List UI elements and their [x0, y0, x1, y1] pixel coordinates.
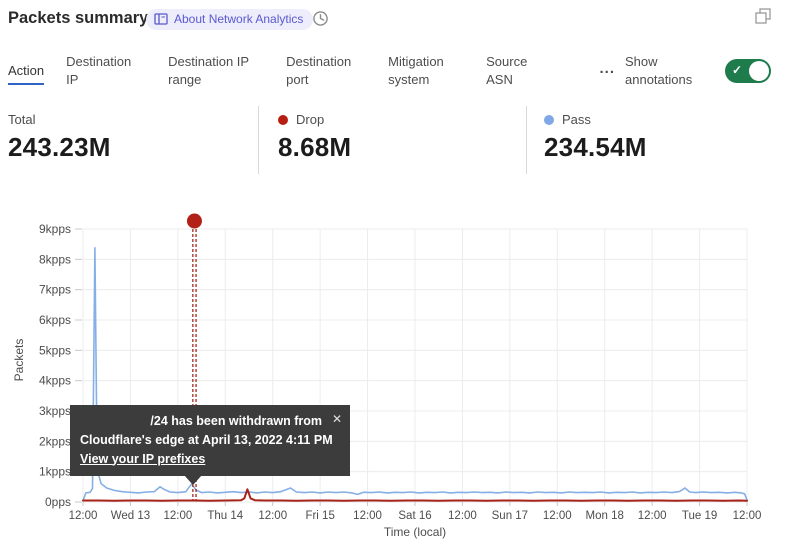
y-tick-label: 4kpps	[39, 374, 71, 388]
y-tick-label: 1kpps	[39, 465, 71, 479]
x-tick-label: 12:00	[543, 510, 572, 522]
view-ip-prefixes-link[interactable]: View your IP prefixes	[80, 450, 205, 469]
time-history-icon[interactable]	[312, 10, 329, 27]
stat-pass-label: Pass	[562, 112, 591, 127]
y-tick-label: 7kpps	[39, 283, 71, 297]
stat-total: Total 243.23M	[0, 106, 258, 174]
x-tick-label: 12:00	[638, 510, 667, 522]
x-tick-label: Tue 19	[682, 510, 717, 522]
y-tick-label: 5kpps	[39, 343, 71, 357]
tooltip-line2: Cloudflare's edge at April 13, 2022 4:11…	[80, 431, 340, 450]
tab-destination-ip-range[interactable]: Destination IP range	[168, 53, 264, 89]
pass-legend-dot	[544, 115, 554, 125]
x-tick-label: Sun 17	[492, 510, 528, 522]
y-tick-label: 3kpps	[39, 404, 71, 418]
tab-destination-port[interactable]: Destination port	[286, 53, 366, 89]
stat-drop-value: 8.68M	[278, 132, 526, 163]
x-tick-label: 12:00	[733, 510, 762, 522]
expand-icon[interactable]	[755, 8, 771, 24]
stat-pass: Pass 234.54M	[526, 106, 785, 174]
stat-total-label: Total	[8, 112, 35, 127]
about-network-analytics-badge[interactable]: About Network Analytics	[146, 9, 313, 30]
y-tick-label: 6kpps	[39, 313, 71, 327]
x-tick-label: 12:00	[258, 510, 287, 522]
x-tick-label: Wed 13	[111, 510, 150, 522]
stat-pass-value: 234.54M	[544, 132, 785, 163]
x-tick-label: 12:00	[69, 510, 98, 522]
show-annotations-toggle[interactable]: ✓	[725, 59, 771, 83]
drop-legend-dot	[278, 115, 288, 125]
annotation-tooltip: ✕ /24 has been withdrawn from Cloudflare…	[70, 405, 350, 476]
tab-source-asn[interactable]: Source ASN	[486, 53, 536, 89]
tab-mitigation-system[interactable]: Mitigation system	[388, 53, 464, 89]
stat-drop-label: Drop	[296, 112, 324, 127]
toggle-knob	[749, 61, 769, 81]
packets-chart: 0pps 1kpps 2kpps 3kpps 4kpps 5kpps 6kpps 7kpps 8…	[0, 210, 785, 555]
dimension-tabs: Action Destination IP Destination IP ran…	[0, 44, 785, 98]
book-icon	[154, 13, 168, 25]
tooltip-line1: /24 has been withdrawn from	[80, 412, 340, 431]
page-title: Packets summary	[8, 9, 148, 28]
y-tick-label: 8kpps	[39, 252, 71, 266]
stat-drop: Drop 8.68M	[258, 106, 526, 174]
x-tick-label: 12:00	[448, 510, 477, 522]
x-axis-title: Time (local)	[384, 525, 446, 539]
annotation-dot	[187, 214, 202, 229]
check-icon: ✓	[732, 63, 742, 77]
x-tick-label: 12:00	[353, 510, 382, 522]
show-annotations-label: Show annotations	[625, 53, 707, 89]
y-tick-label: 2kpps	[39, 434, 71, 448]
tooltip-caret	[184, 475, 202, 485]
more-tabs-button[interactable]: ...	[599, 60, 625, 83]
x-tick-label: 12:00	[163, 510, 192, 522]
close-icon[interactable]: ✕	[332, 410, 342, 428]
stat-total-value: 243.23M	[8, 132, 258, 163]
x-tick-label: Mon 18	[586, 510, 624, 522]
summary-stats: Total 243.23M Drop 8.68M Pass 234.54M	[0, 106, 785, 174]
y-tick-label: 0pps	[45, 495, 71, 509]
tab-destination-ip[interactable]: Destination IP	[66, 53, 146, 89]
x-tick-label: Sat 16	[398, 510, 431, 522]
x-tick-label: Fri 15	[305, 510, 334, 522]
packets-chart-region: Packets 0pps1kpps2kpps3kpps4kpps5kpps6kp…	[0, 210, 785, 555]
y-tick-label: 9kpps	[39, 222, 71, 236]
card-header: Packets summary About Network Analytics	[0, 0, 785, 42]
x-tick-label: Thu 14	[207, 510, 243, 522]
badge-label: About Network Analytics	[174, 12, 303, 26]
tab-action[interactable]: Action	[8, 62, 44, 80]
